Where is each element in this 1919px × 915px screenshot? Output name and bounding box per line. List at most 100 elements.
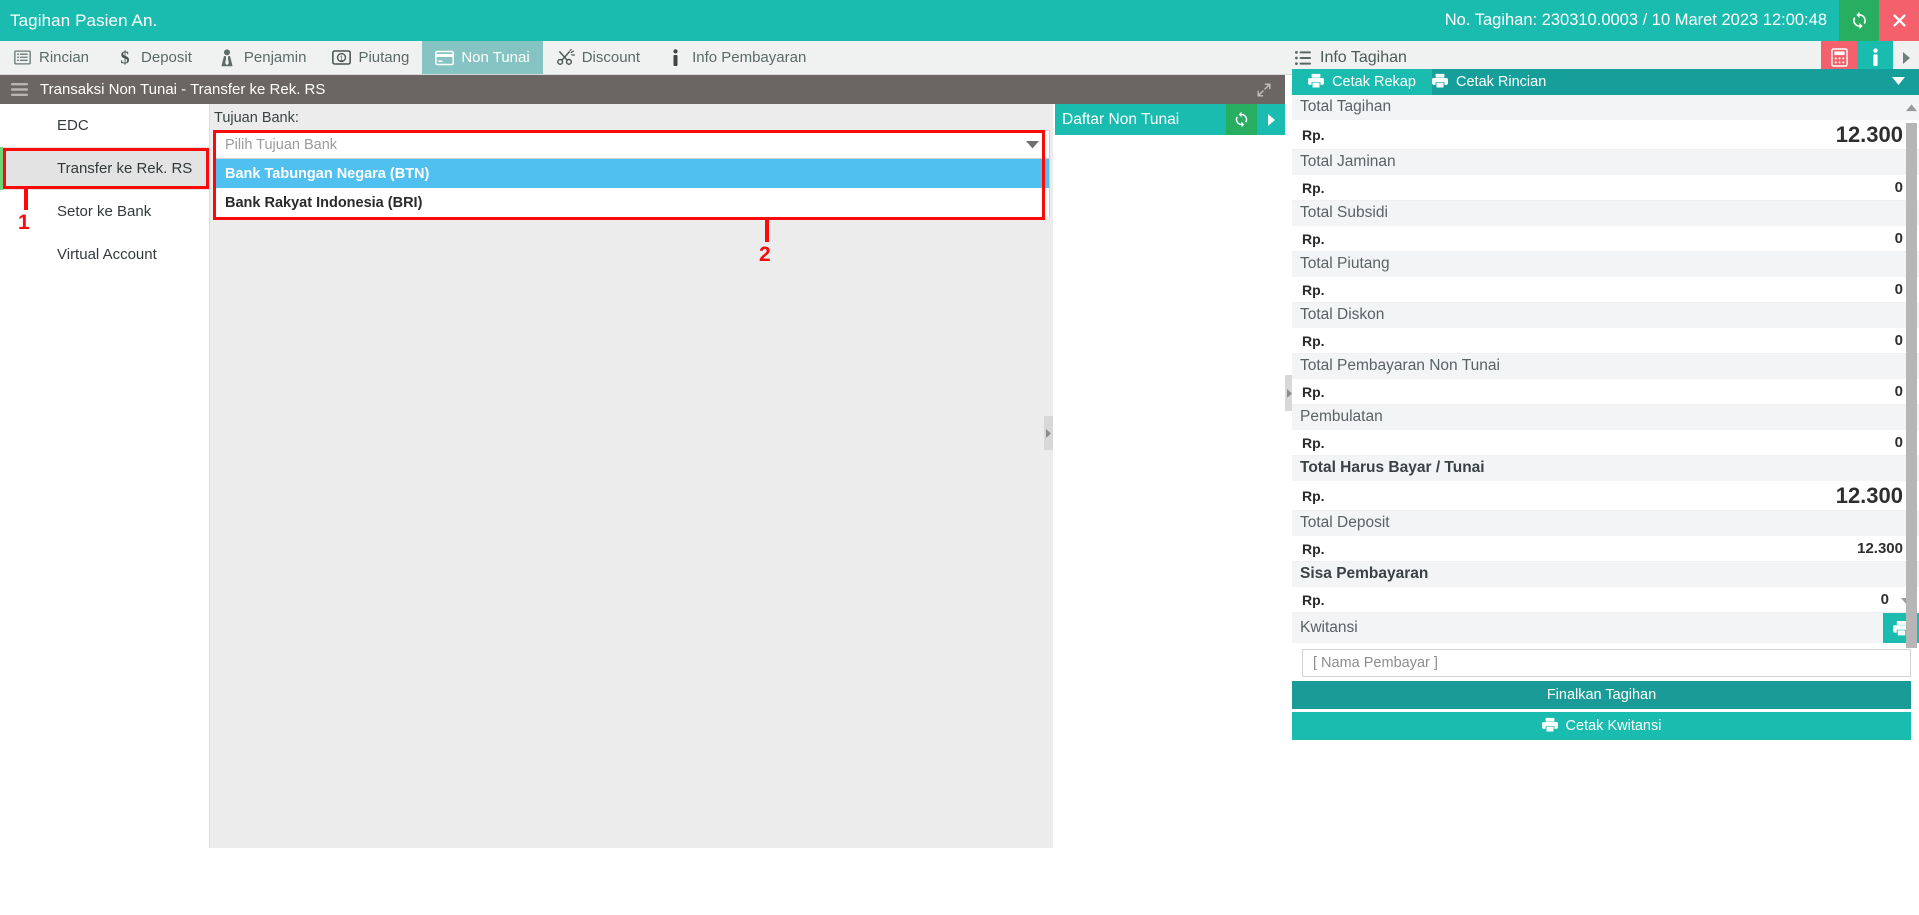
cetak-rekap-tab[interactable]: Cetak Rekap — [1292, 69, 1432, 95]
kwitansi-row: Kwitansi — [1292, 613, 1919, 643]
info-icon — [666, 48, 685, 67]
tujuan-bank-label: Tujuan Bank: — [214, 110, 299, 126]
payer-name-input[interactable]: [ Nama Pembayar ] — [1302, 649, 1911, 677]
fin-value-total-deposit: 12.300 — [1857, 540, 1903, 557]
chevron-down-icon[interactable] — [1892, 74, 1919, 90]
scroll-up-icon[interactable] — [1905, 101, 1918, 114]
chevron-down-icon[interactable] — [1026, 137, 1039, 153]
card-icon — [435, 48, 455, 67]
fin-row-total-subsidi: Rp. 0 — [1292, 226, 1919, 252]
expand-icon[interactable] — [1257, 83, 1285, 97]
fin-value-total-tagihan: 12.300 — [1835, 121, 1903, 147]
fin-label-total-piutang: Total Piutang — [1292, 252, 1919, 277]
info-panel-title: Info Tagihan — [1320, 48, 1407, 66]
fin-row-total-tagihan: Rp. 12.300 — [1292, 120, 1919, 150]
fin-label-total-pembayaran-non-tunai: Total Pembayaran Non Tunai — [1292, 354, 1919, 379]
non-tunai-form-panel: Tujuan Bank: Pilih Tujuan Bank Bank Tabu… — [210, 104, 1053, 848]
fin-row-total-deposit: Rp. 12.300 — [1292, 536, 1919, 562]
scissors-icon — [556, 48, 575, 67]
svg-text:1: 1 — [340, 56, 344, 63]
kwitansi-label: Kwitansi — [1300, 619, 1358, 636]
subheader-title: Transaksi Non Tunai - Transfer ke Rek. R… — [40, 81, 326, 98]
bank-dropdown[interactable]: Pilih Tujuan Bank Bank Tabungan Negara (… — [214, 130, 1050, 217]
daftar-non-tunai-panel: Daftar Non Tunai — [1055, 104, 1285, 848]
svg-text:$: $ — [120, 48, 129, 67]
currency-label: Rp. — [1302, 179, 1325, 196]
bank-option-list: Bank Tabungan Negara (BTN) Bank Rakyat I… — [214, 159, 1050, 217]
currency-label: Rp. — [1302, 383, 1325, 400]
finalize-label: Finalkan Tagihan — [1546, 687, 1657, 703]
fin-label-total-harus-bayar: Total Harus Bayar / Tunai — [1292, 456, 1919, 481]
fin-row-total-pembayaran-non-tunai: Rp. 0 — [1292, 379, 1919, 405]
page-title: Tagihan Pasien An. — [10, 10, 158, 30]
tab-label: Deposit — [141, 49, 192, 66]
fin-row-pembulatan: Rp. 0 — [1292, 430, 1919, 456]
tie-icon — [218, 48, 237, 67]
coin-icon: 1 — [332, 48, 352, 67]
transaction-subheader: Transaksi Non Tunai - Transfer ke Rek. R… — [0, 75, 1285, 104]
finalize-bill-button[interactable]: Finalkan Tagihan — [1292, 681, 1911, 709]
bank-option-btn[interactable]: Bank Tabungan Negara (BTN) — [215, 159, 1049, 188]
subnav-item-edc[interactable]: EDC — [0, 104, 209, 147]
tab-deposit[interactable]: $ Deposit — [102, 41, 205, 74]
fin-row-sisa-pembayaran: Rp. 0 — [1292, 587, 1919, 613]
fin-label-total-jaminan: Total Jaminan — [1292, 150, 1919, 175]
tab-discount[interactable]: Discount — [543, 41, 653, 74]
daftar-non-tunai-header: Daftar Non Tunai — [1055, 104, 1285, 135]
fin-value-total-jaminan: 0 — [1894, 179, 1903, 196]
tab-rincian[interactable]: Rincian — [0, 41, 102, 74]
bank-option-label: Bank Rakyat Indonesia (BRI) — [225, 194, 423, 211]
currency-label: Rp. — [1302, 487, 1325, 504]
bank-option-bri[interactable]: Bank Rakyat Indonesia (BRI) — [215, 188, 1049, 217]
print-receipt-button[interactable]: Cetak Kwitansi — [1292, 712, 1911, 740]
tab-penjamin[interactable]: Penjamin — [205, 41, 320, 74]
bank-select-input[interactable]: Pilih Tujuan Bank — [214, 130, 1050, 159]
fin-row-total-harus-bayar: Rp. 12.300 — [1292, 481, 1919, 511]
currency-label: Rp. — [1302, 332, 1325, 349]
finance-summary-panel: Total Tagihan Rp. 12.300 Total Jaminan R… — [1292, 95, 1919, 915]
print-receipt-label: Cetak Kwitansi — [1565, 718, 1662, 734]
main-tab-bar: Rincian $ Deposit Penjamin 1 Piutang Non… — [0, 41, 1285, 75]
currency-label: Rp. — [1302, 281, 1325, 298]
print-tab-label: Cetak Rincian — [1456, 74, 1547, 90]
fin-label-total-deposit: Total Deposit — [1292, 511, 1919, 536]
fin-value-total-piutang: 0 — [1894, 281, 1903, 298]
payer-placeholder: [ Nama Pembayar ] — [1313, 655, 1438, 671]
close-icon[interactable] — [1879, 0, 1919, 41]
subnav-item-label: Setor ke Bank — [57, 203, 152, 220]
cetak-rincian-tab[interactable]: Cetak Rincian — [1432, 69, 1919, 95]
print-tab-label: Cetak Rekap — [1332, 74, 1416, 90]
printer-icon — [1308, 73, 1325, 92]
bank-select-placeholder: Pilih Tujuan Bank — [225, 136, 338, 153]
fin-value-total-harus-bayar: 12.300 — [1835, 482, 1903, 508]
tab-piutang[interactable]: 1 Piutang — [319, 41, 422, 74]
subnav-item-setor-ke-bank[interactable]: Setor ke Bank — [0, 190, 209, 233]
currency-label: Rp. — [1302, 230, 1325, 247]
title-bar-right: No. Tagihan: 230310.0003 / 10 Maret 2023… — [1445, 0, 1919, 41]
subnav-item-label: EDC — [57, 117, 89, 134]
fin-value-total-subsidi: 0 — [1894, 230, 1903, 247]
printer-icon — [1432, 73, 1448, 92]
fin-value-total-pembayaran-non-tunai: 0 — [1894, 383, 1903, 400]
transaction-subnav: EDC Transfer ke Rek. RS Setor ke Bank Vi… — [0, 104, 210, 848]
refresh-icon[interactable] — [1226, 104, 1257, 135]
refresh-icon[interactable] — [1839, 0, 1879, 41]
hamburger-icon[interactable] — [0, 83, 40, 96]
title-bar: Tagihan Pasien An. No. Tagihan: 230310.0… — [0, 0, 1919, 41]
tab-label: Discount — [581, 49, 641, 66]
fin-value-pembulatan: 0 — [1894, 434, 1903, 451]
bank-option-label: Bank Tabungan Negara (BTN) — [225, 165, 430, 182]
tab-info-pembayaran[interactable]: Info Pembayaran — [653, 41, 819, 74]
panel-splitter-handle[interactable] — [1044, 416, 1053, 450]
currency-label: Rp. — [1302, 591, 1325, 608]
subnav-item-virtual-account[interactable]: Virtual Account — [0, 233, 209, 276]
chevron-right-icon[interactable] — [1257, 104, 1285, 135]
tab-non-tunai[interactable]: Non Tunai — [422, 41, 543, 74]
fin-label-total-tagihan: Total Tagihan — [1292, 95, 1919, 120]
tab-label: Piutang — [358, 49, 410, 66]
finance-scrollbar-thumb[interactable] — [1906, 123, 1917, 648]
subnav-item-label: Transfer ke Rek. RS — [57, 160, 193, 177]
fin-label-sisa-pembayaran: Sisa Pembayaran — [1292, 562, 1919, 587]
subnav-item-transfer-ke-rek-rs[interactable]: Transfer ke Rek. RS — [0, 147, 209, 190]
fin-label-total-subsidi: Total Subsidi — [1292, 201, 1919, 226]
